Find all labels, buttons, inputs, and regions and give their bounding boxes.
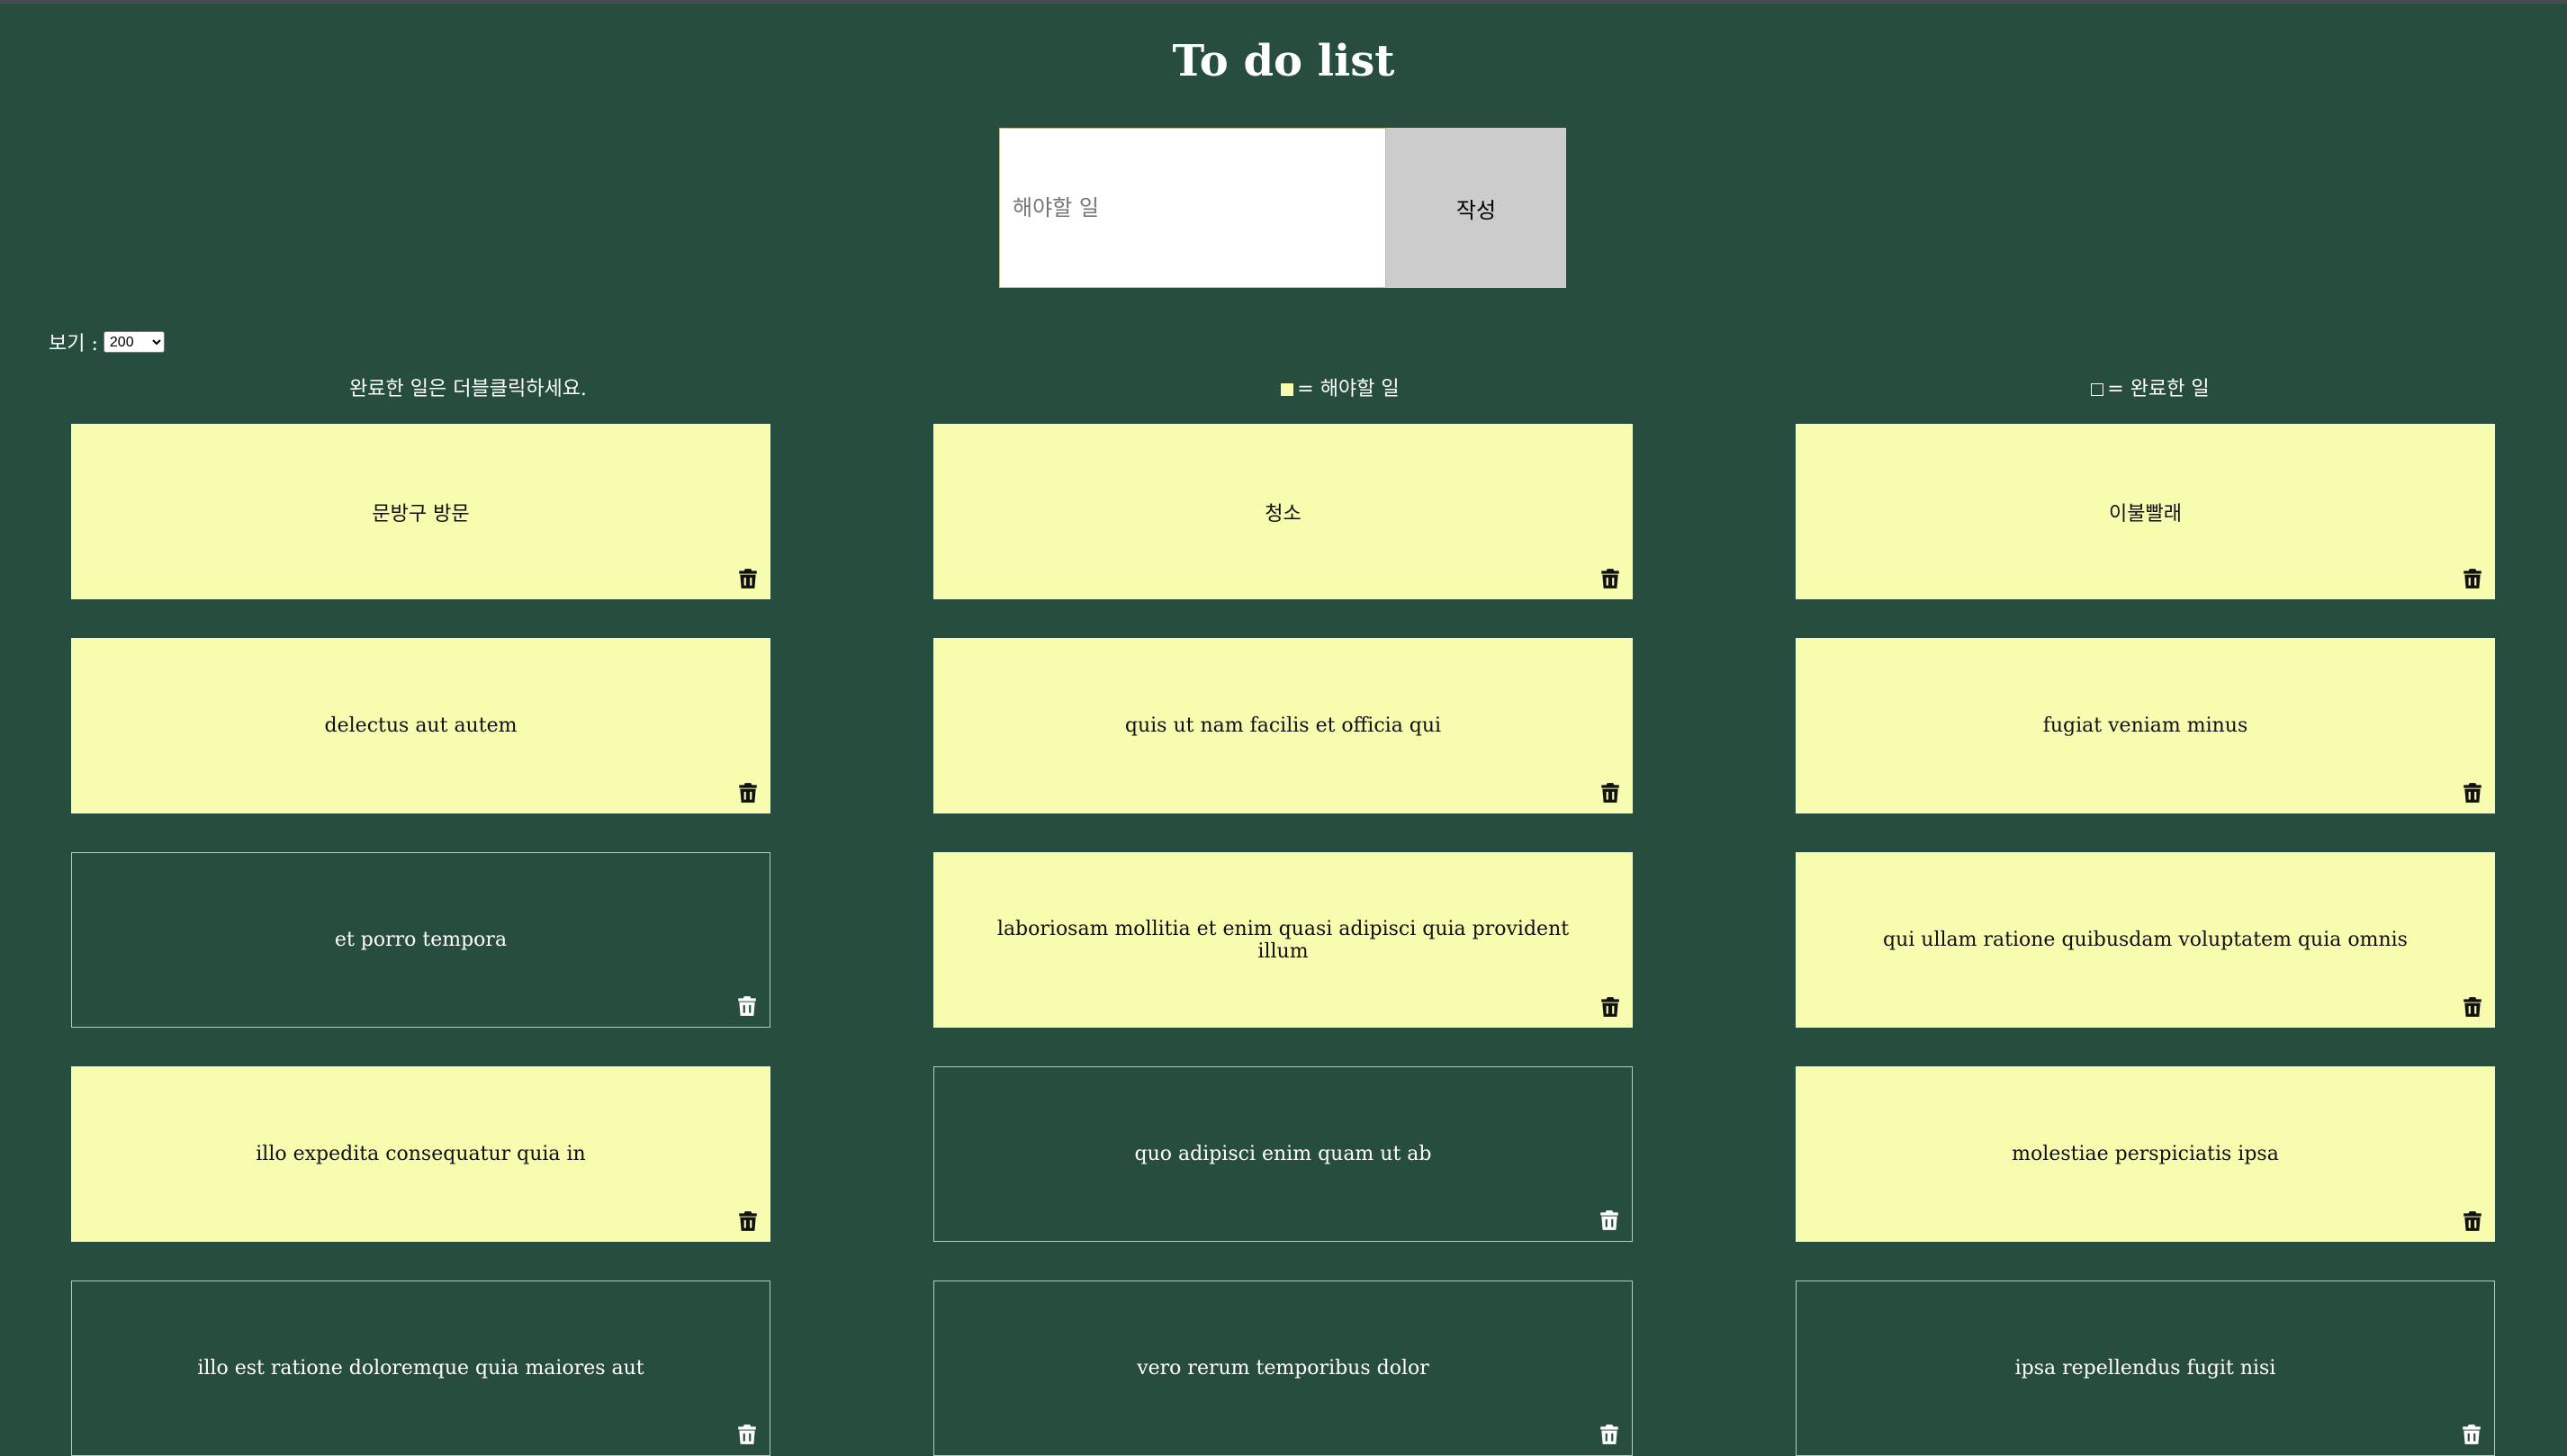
submit-button[interactable]: 작성 — [1386, 128, 1566, 288]
trash-icon[interactable] — [1599, 567, 1622, 590]
todo-input[interactable] — [999, 128, 1386, 288]
todo-text: illo est ratione doloremque quia maiores… — [197, 1357, 644, 1380]
page-title: To do list — [1172, 36, 1395, 86]
todo-list: 문방구 방문 청소 이불빨래 delectus aut autem quis ut na… — [71, 424, 2495, 1456]
todo-text: qui ullam ratione quibusdam voluptatem q… — [1883, 929, 2408, 951]
todo-card[interactable]: qui ullam ratione quibusdam voluptatem q… — [1796, 852, 2495, 1028]
trash-icon[interactable] — [2461, 1209, 2484, 1233]
legend-done: = 완료한 일 — [1916, 374, 2384, 405]
todo-card[interactable]: 청소 — [933, 424, 1633, 599]
todo-card[interactable]: ipsa repellendus fugit nisi — [1796, 1281, 2495, 1456]
double-click-hint: 완료한 일은 더블클릭하세요. — [234, 374, 702, 405]
todo-card[interactable]: 문방구 방문 — [71, 424, 770, 599]
legend-todo-label: = 해야할 일 — [1297, 378, 1400, 400]
todo-text: molestiae perspiciatis ipsa — [2012, 1143, 2279, 1165]
todo-card[interactable]: delectus aut autem — [71, 638, 770, 813]
todo-card[interactable]: vero rerum temporibus dolor — [933, 1281, 1633, 1456]
todo-text: 이불빨래 — [2109, 502, 2182, 526]
trash-icon[interactable] — [1598, 1423, 1621, 1446]
todo-card[interactable]: illo est ratione doloremque quia maiores… — [71, 1281, 770, 1456]
todo-text: 문방구 방문 — [372, 502, 470, 526]
todo-card[interactable]: quo adipisci enim quam ut ab — [933, 1066, 1633, 1242]
todo-card[interactable]: molestiae perspiciatis ipsa — [1796, 1066, 2495, 1242]
trash-icon[interactable] — [2461, 567, 2484, 590]
trash-icon[interactable] — [1599, 995, 1622, 1019]
trash-icon[interactable] — [2461, 995, 2484, 1019]
trash-icon[interactable] — [736, 567, 760, 590]
legend-todo: = 해야할 일 — [1106, 374, 1574, 405]
todo-card[interactable]: 이불빨래 — [1796, 424, 2495, 599]
todo-text: et porro tempora — [334, 929, 508, 951]
trash-icon[interactable] — [735, 994, 759, 1018]
todo-text: illo expedita consequatur quia in — [256, 1143, 586, 1165]
todo-text: delectus aut autem — [324, 715, 518, 737]
todo-card[interactable]: laboriosam mollitia et enim quasi adipis… — [933, 852, 1633, 1028]
trash-icon[interactable] — [1598, 1209, 1621, 1232]
double-click-hint-text: 완료한 일은 더블클릭하세요. — [349, 378, 587, 400]
todo-form: 작성 — [999, 128, 1566, 288]
window-top-border — [0, 0, 2567, 4]
todo-text: quis ut nam facilis et officia qui — [1124, 715, 1442, 737]
todo-card[interactable]: fugiat veniam minus — [1796, 638, 2495, 813]
trash-icon[interactable] — [2461, 781, 2484, 804]
view-count-select[interactable]: 200 — [103, 331, 165, 353]
todo-text: fugiat veniam minus — [2042, 715, 2248, 737]
trash-icon[interactable] — [1599, 781, 1622, 804]
trash-icon[interactable] — [735, 1423, 759, 1446]
todo-swatch-icon — [1281, 383, 1294, 396]
todo-card[interactable]: quis ut nam facilis et officia qui — [933, 638, 1633, 813]
todo-card[interactable]: illo expedita consequatur quia in — [71, 1066, 770, 1242]
trash-icon[interactable] — [2460, 1423, 2483, 1446]
legend-done-label: = 완료한 일 — [2107, 378, 2210, 400]
trash-icon[interactable] — [736, 781, 760, 804]
todo-card[interactable]: et porro tempora — [71, 852, 770, 1028]
trash-icon[interactable] — [736, 1209, 760, 1233]
view-label: 보기 : — [49, 333, 98, 355]
view-filter: 보기 : 200 — [49, 329, 165, 355]
todo-text: ipsa repellendus fugit nisi — [2014, 1357, 2276, 1380]
todo-text: 청소 — [1265, 502, 1302, 526]
todo-text: vero rerum temporibus dolor — [1137, 1357, 1429, 1380]
todo-text: laboriosam mollitia et enim quasi adipis… — [996, 917, 1570, 963]
done-swatch-icon — [2091, 383, 2104, 396]
todo-text: quo adipisci enim quam ut ab — [1134, 1143, 1432, 1165]
